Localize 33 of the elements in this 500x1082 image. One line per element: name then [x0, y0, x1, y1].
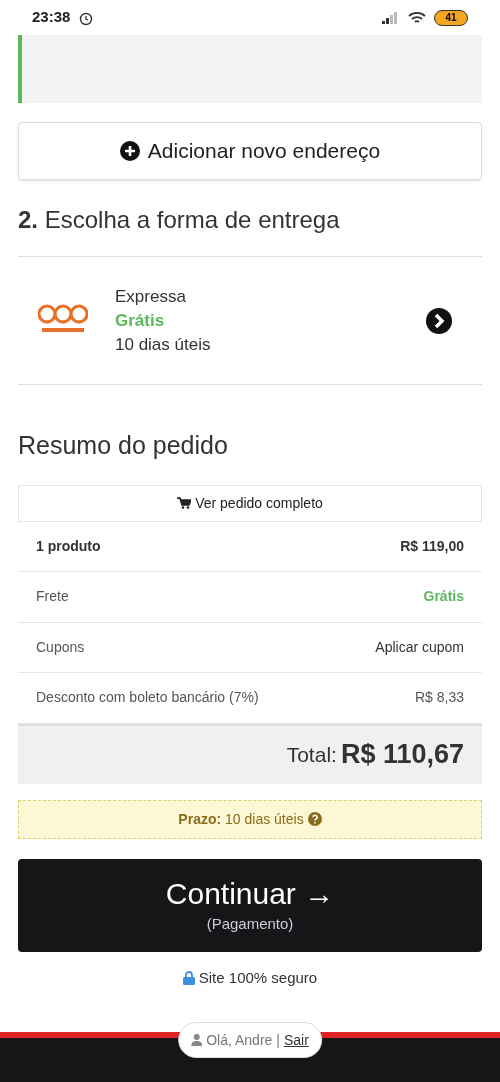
- section-title: 2. Escolha a forma de entrega: [18, 205, 341, 235]
- summary-label: Cupons: [36, 637, 85, 657]
- shipping-time: 10 dias úteis: [115, 333, 211, 356]
- secure-text: Site 100% seguro: [198, 967, 318, 988]
- deadline-text: Prazo: 10 dias úteis: [178, 809, 304, 829]
- total-label: Total:: [286, 741, 337, 768]
- greeting-text: Olá, Andre |: [206, 1030, 280, 1050]
- summary-label: Frete: [36, 587, 69, 607]
- logout-link[interactable]: Sair: [283, 1029, 309, 1051]
- cart-icon: [177, 497, 192, 509]
- shipping-option[interactable]: Expressa Grátis 10 dias úteis: [18, 257, 482, 385]
- help-icon: [307, 812, 322, 826]
- status-time: 23:38: [32, 7, 71, 28]
- add-address-button[interactable]: Adicionar novo endereço: [18, 122, 482, 180]
- summary-label: Desconto com boleto bancário (7%): [36, 688, 259, 708]
- user-icon: [191, 1034, 203, 1046]
- summary-value[interactable]: Aplicar cupom: [375, 636, 464, 658]
- battery-icon: 41: [434, 9, 468, 26]
- summary-title: Resumo do pedido: [18, 430, 229, 461]
- view-order-button[interactable]: Ver pedido completo: [18, 484, 482, 522]
- summary-value: R$ 8,33: [414, 688, 464, 708]
- lock-icon: [182, 970, 195, 985]
- chevron-right-icon: [426, 307, 452, 334]
- shipping-name: Expressa: [115, 285, 187, 308]
- wifi-icon: [408, 10, 426, 25]
- total-value: R$ 110,67: [340, 738, 464, 772]
- summary-label: 1 produto: [36, 536, 101, 556]
- summary-value: Grátis: [423, 587, 464, 607]
- plus-circle-icon: [119, 141, 140, 161]
- continue-button[interactable]: Continuar → (Pagamento): [18, 858, 482, 952]
- summary-value: R$ 119,00: [400, 536, 464, 556]
- signal-icon: [382, 11, 400, 24]
- shipping-price: Grátis: [115, 309, 166, 332]
